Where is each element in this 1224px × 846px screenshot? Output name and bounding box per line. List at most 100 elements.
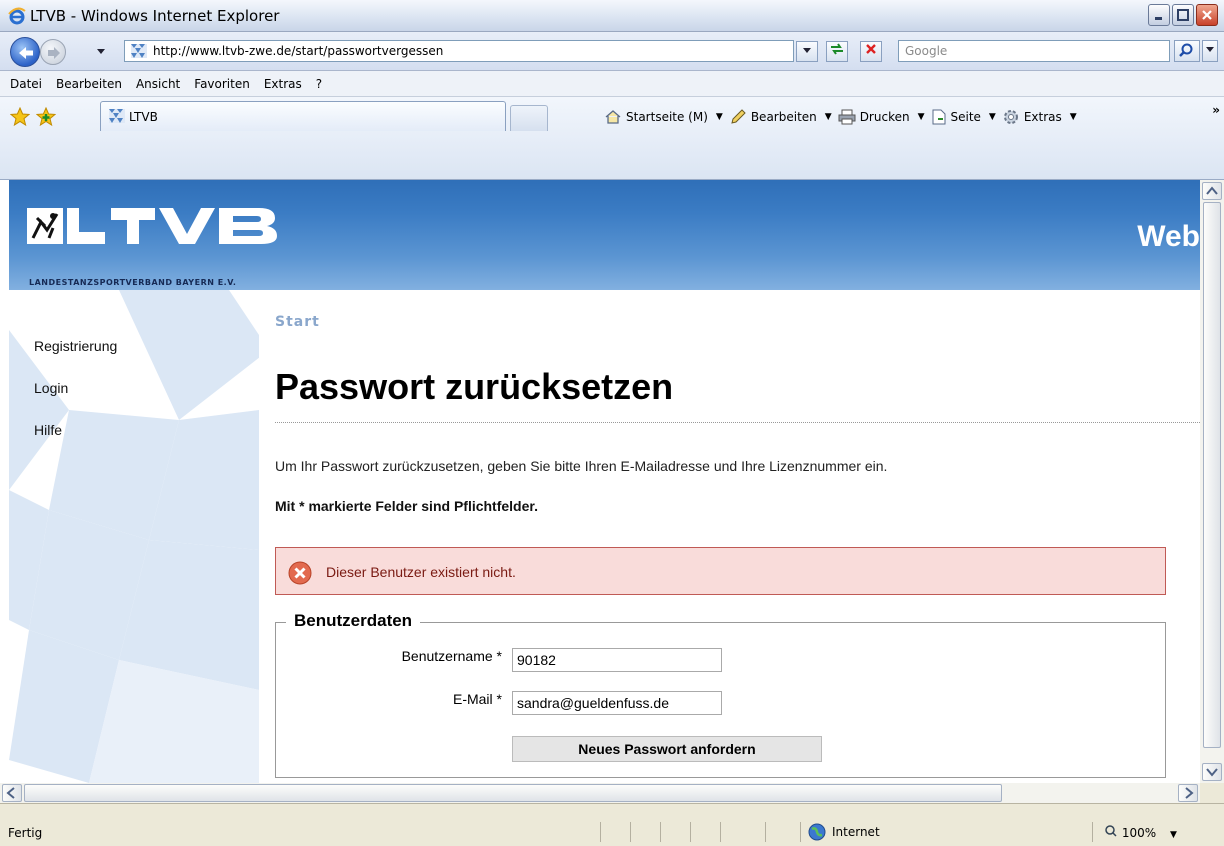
ie-logo-icon <box>8 7 26 25</box>
zoom-level[interactable]: 100% ▼ <box>1104 825 1177 840</box>
chevron-down-icon[interactable]: ▼ <box>989 112 996 122</box>
error-icon <box>288 561 312 585</box>
zoom-value: 100% <box>1121 826 1157 840</box>
address-toolbar: http://www.ltvb-zwe.de/start/passwortver… <box>0 32 1224 71</box>
chevron-down-icon[interactable]: ▼ <box>1170 830 1177 840</box>
maximize-icon <box>1177 9 1189 21</box>
site-header: LANDESTANZSPORTVERBAND BAYERN E.V. Web <box>9 180 1200 290</box>
new-tab-button[interactable] <box>510 105 548 131</box>
status-divider <box>1092 822 1093 842</box>
error-message-box: Dieser Benutzer existiert nicht. <box>275 547 1166 595</box>
minimize-icon <box>1155 17 1162 20</box>
sidebar-item-login[interactable]: Login <box>34 380 68 396</box>
chevron-up-icon <box>1206 186 1218 195</box>
edit-button[interactable]: Bearbeiten ▼ <box>729 109 832 125</box>
menu-bearbeiten[interactable]: Bearbeiten <box>56 77 122 91</box>
chevron-right-icon <box>1185 787 1194 799</box>
print-button[interactable]: Drucken ▼ <box>838 109 925 125</box>
arrow-left-icon <box>19 47 33 59</box>
search-options-button[interactable] <box>1202 40 1218 62</box>
chevron-down-icon <box>803 48 811 53</box>
site-favicon-icon <box>109 109 125 123</box>
back-button[interactable] <box>10 37 40 67</box>
vertical-scroll-thumb[interactable] <box>1203 202 1221 748</box>
chevron-down-icon[interactable]: ▼ <box>1070 112 1077 122</box>
fieldset-legend: Benutzerdaten <box>286 611 421 631</box>
maximize-button[interactable] <box>1172 4 1194 26</box>
horizontal-scrollbar[interactable] <box>0 783 1200 803</box>
username-input[interactable] <box>512 648 722 672</box>
scroll-right-button[interactable] <box>1178 784 1198 802</box>
close-window-button[interactable] <box>1196 4 1218 26</box>
security-zone[interactable]: Internet <box>808 823 880 841</box>
tab-ltvb[interactable]: LTVB <box>100 101 506 131</box>
scroll-down-button[interactable] <box>1202 763 1222 781</box>
menu-ansicht[interactable]: Ansicht <box>136 77 180 91</box>
sidebar: Registrierung Login Hilfe <box>9 290 259 783</box>
forward-button[interactable] <box>40 39 66 65</box>
error-message: Dieser Benutzer existiert nicht. <box>326 564 516 580</box>
printer-icon <box>838 109 856 125</box>
add-favorite-icon[interactable] <box>36 107 56 127</box>
recent-pages-dropdown-icon[interactable] <box>96 46 106 56</box>
site-favicon-icon <box>131 44 147 58</box>
menu-bar: Datei Bearbeiten Ansicht Favoriten Extra… <box>0 71 1224 97</box>
sidebar-item-registrierung[interactable]: Registrierung <box>34 338 117 354</box>
url-dropdown-button[interactable] <box>796 41 818 62</box>
status-divider <box>600 822 601 842</box>
required-fields-note: Mit * markierte Felder sind Pflichtfelde… <box>275 498 538 514</box>
page-button[interactable]: Seite ▼ <box>931 109 996 125</box>
status-divider <box>630 822 631 842</box>
arrow-right-icon <box>48 47 60 59</box>
stop-button[interactable] <box>860 41 882 62</box>
zone-label: Internet <box>832 825 880 839</box>
zoom-icon <box>1105 825 1117 837</box>
print-label: Drucken <box>859 110 910 124</box>
tab-toolbar: LTVB Startseite (M) ▼ Bearbeiten ▼ Druck… <box>0 97 1224 180</box>
user-data-fieldset: Benutzerdaten Benutzername * E-Mail * Ne… <box>275 611 1166 778</box>
menu-datei[interactable]: Datei <box>10 77 42 91</box>
tab-title: LTVB <box>129 110 158 124</box>
more-commands-icon[interactable]: » <box>1212 103 1220 117</box>
status-text: Fertig <box>8 826 43 840</box>
horizontal-scroll-thumb[interactable] <box>24 784 1002 802</box>
menu-extras[interactable]: Extras <box>264 77 302 91</box>
chevron-down-icon[interactable]: ▼ <box>918 112 925 122</box>
home-label: Startseite (M) <box>626 110 708 124</box>
search-input[interactable]: Google <box>898 40 1170 62</box>
window-titlebar: LTVB - Windows Internet Explorer <box>0 0 1224 32</box>
stop-icon <box>866 44 876 54</box>
chevron-down-icon[interactable]: ▼ <box>716 112 723 122</box>
url-field[interactable]: http://www.ltvb-zwe.de/start/passwortver… <box>124 40 794 62</box>
close-icon <box>1202 10 1212 20</box>
page-icon <box>932 109 945 125</box>
breadcrumb[interactable]: Start <box>275 314 320 330</box>
vertical-scrollbar[interactable] <box>1200 180 1224 783</box>
tools-button[interactable]: Extras ▼ <box>1002 108 1077 126</box>
search-placeholder: Google <box>905 44 948 58</box>
home-button[interactable]: Startseite (M) ▼ <box>604 109 723 125</box>
ltvb-logo[interactable]: LANDESTANZSPORTVERBAND BAYERN E.V. <box>27 180 307 287</box>
chevron-down-icon[interactable]: ▼ <box>825 112 832 122</box>
favorites-star-icon[interactable] <box>10 107 30 127</box>
username-label: Benutzername * <box>401 648 502 664</box>
bavarian-diamond-pattern <box>9 290 259 783</box>
scroll-left-button[interactable] <box>2 784 22 802</box>
email-label: E-Mail * <box>452 691 502 707</box>
minimize-button[interactable] <box>1148 4 1170 26</box>
scroll-up-button[interactable] <box>1202 182 1222 200</box>
status-divider <box>690 822 691 842</box>
page-viewport: LANDESTANZSPORTVERBAND BAYERN E.V. Web R… <box>9 180 1200 783</box>
refresh-button[interactable] <box>826 41 848 62</box>
search-button[interactable] <box>1174 40 1200 62</box>
home-icon <box>605 110 621 124</box>
header-right-text: Web <box>1137 220 1200 253</box>
email-input[interactable] <box>512 691 722 715</box>
intro-text: Um Ihr Passwort zurückzusetzen, geben Si… <box>275 458 888 474</box>
menu-favoriten[interactable]: Favoriten <box>194 77 250 91</box>
sidebar-item-hilfe[interactable]: Hilfe <box>34 422 62 438</box>
menu-help[interactable]: ? <box>316 77 322 91</box>
chevron-down-icon <box>1206 47 1214 52</box>
request-password-button[interactable]: Neues Passwort anfordern <box>512 736 822 762</box>
logo-subtitle: LANDESTANZSPORTVERBAND BAYERN E.V. <box>29 278 237 287</box>
